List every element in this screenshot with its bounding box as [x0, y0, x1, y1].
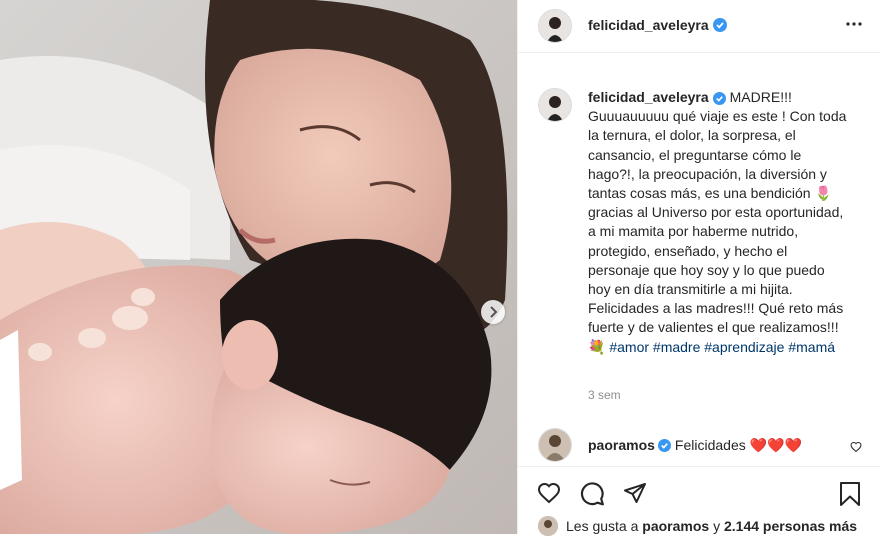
post-time-ago[interactable]: 3 sem	[588, 388, 621, 402]
caption-text: felicidad_aveleyra MADRE!!! Guuuauuuuu qu…	[588, 88, 850, 357]
comment-bubble-icon[interactable]	[579, 481, 605, 507]
liker-avatar[interactable]	[538, 516, 558, 536]
post-sidebar: felicidad_aveleyra felicidad_aveleyra MAD…	[517, 0, 880, 536]
verified-badge-icon	[657, 439, 671, 453]
likes-summary: Les gusta a paoramos y 2.144 personas má…	[538, 516, 857, 536]
likes-middle: y	[713, 518, 721, 534]
post-actions-bar	[518, 466, 880, 517]
chevron-right-icon	[490, 306, 498, 318]
post-header: felicidad_aveleyra	[518, 0, 880, 53]
instagram-post: felicidad_aveleyra felicidad_aveleyra MAD…	[0, 0, 880, 536]
hashtag-mama[interactable]: #mamá	[788, 339, 835, 355]
likes-user[interactable]: paoramos	[642, 518, 709, 534]
hashtag-amor[interactable]: #amor	[609, 339, 649, 355]
bookmark-icon[interactable]	[838, 481, 862, 507]
hashtag-aprendizaje[interactable]: #aprendizaje	[704, 339, 784, 355]
comment-text: paoramos Felicidades ❤️❤️❤️	[588, 437, 802, 454]
commenter-avatar[interactable]	[538, 428, 572, 462]
caption-body: MADRE!!! Guuuauuuuu qué viaje es este ! …	[588, 89, 847, 355]
caption-username[interactable]: felicidad_aveleyra	[588, 89, 709, 105]
hashtag-madre[interactable]: #madre	[653, 339, 700, 355]
heart-outline-icon[interactable]	[536, 481, 562, 505]
comment-username[interactable]: paoramos	[588, 437, 655, 453]
next-photo-button[interactable]	[481, 300, 505, 324]
paper-plane-icon[interactable]	[622, 481, 648, 505]
post-author-username[interactable]: felicidad_aveleyra	[588, 17, 709, 33]
comment-like-heart-icon[interactable]	[850, 441, 862, 453]
comment-row: paoramos Felicidades ❤️❤️❤️	[538, 428, 868, 462]
likes-prefix: Les gusta a	[566, 518, 639, 534]
verified-badge-icon	[712, 91, 726, 105]
post-caption: felicidad_aveleyra MADRE!!! Guuuauuuuu qu…	[538, 88, 868, 357]
likes-count[interactable]: 2.144 personas más	[724, 518, 857, 534]
caption-avatar[interactable]	[538, 88, 572, 122]
verified-badge-icon	[712, 18, 727, 32]
post-photo	[0, 0, 517, 534]
comment-body: Felicidades ❤️❤️❤️	[674, 436, 802, 453]
more-options-icon[interactable]	[846, 16, 862, 32]
post-photo-area[interactable]	[0, 0, 517, 534]
avatar[interactable]	[538, 9, 572, 43]
